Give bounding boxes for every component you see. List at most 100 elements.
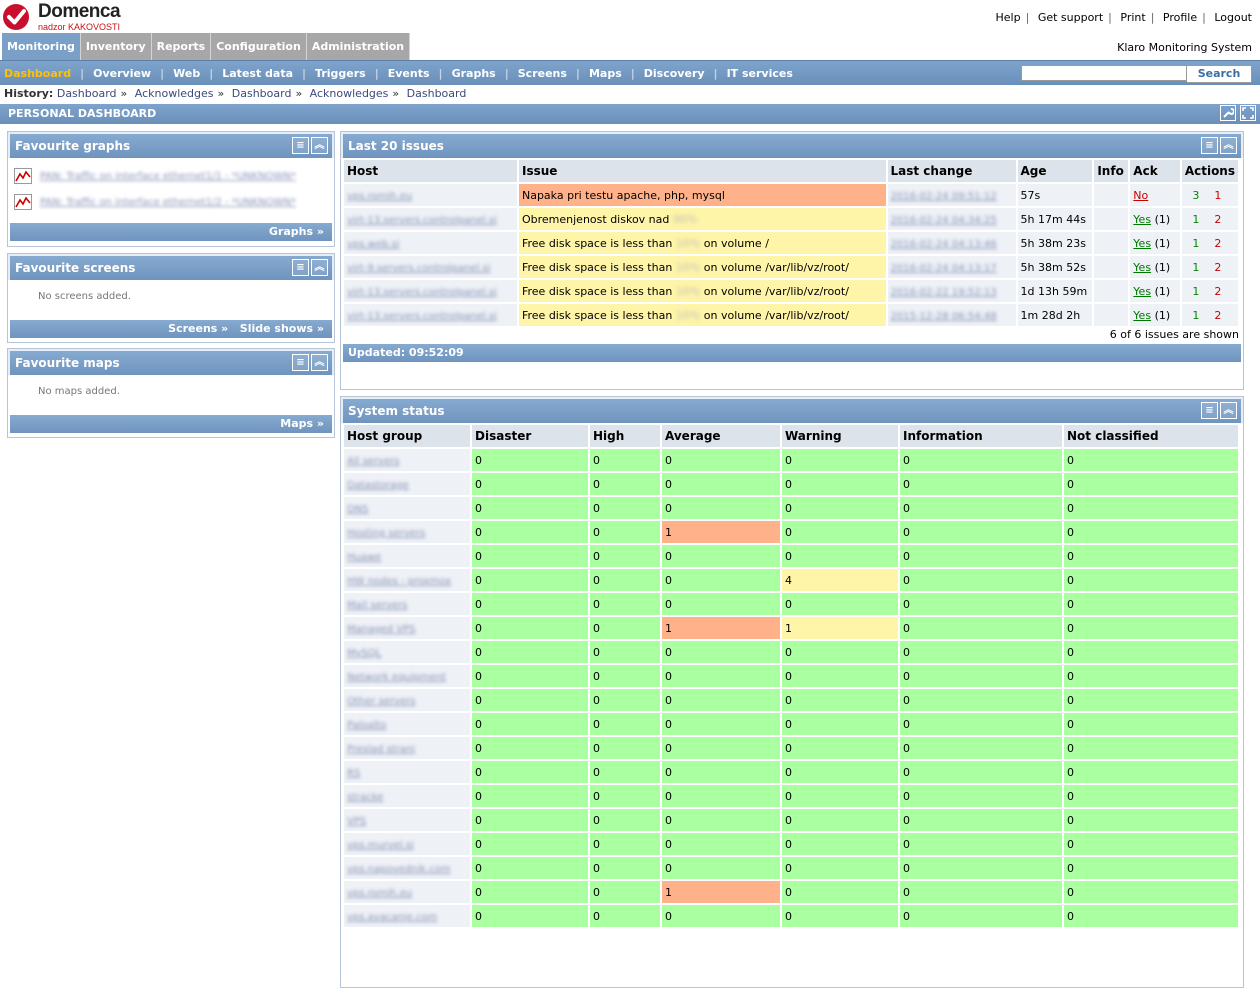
slide-shows-link[interactable]: Slide shows » bbox=[240, 322, 324, 335]
host-group-link[interactable]: Managed VPS bbox=[347, 624, 415, 635]
last-change-link[interactable]: 2016-02-24 04:34:25 bbox=[891, 215, 997, 226]
last-change-link[interactable]: 2016-02-24 09:51:12 bbox=[891, 191, 997, 202]
host-group-link[interactable]: Preslad strani bbox=[347, 744, 415, 755]
issue-last-change[interactable]: 2016-02-22 19:52:13 bbox=[887, 280, 1016, 302]
issue-host[interactable]: virt-13.servers.controlpanel.si bbox=[344, 304, 517, 326]
host-group-link[interactable]: All servers bbox=[347, 456, 399, 467]
ack-link[interactable]: Yes bbox=[1133, 261, 1151, 274]
issue-description[interactable]: Free disk space is less than 10% on volu… bbox=[518, 304, 886, 326]
host-group-link[interactable]: Huawe bbox=[347, 552, 381, 563]
col-ack[interactable]: Ack bbox=[1130, 160, 1180, 182]
maps-footer-link[interactable]: Maps » bbox=[10, 415, 332, 433]
host-group-link[interactable]: Paloalto bbox=[347, 720, 387, 731]
tab-administration[interactable]: Administration bbox=[306, 33, 410, 60]
menu-icon[interactable]: ≡ bbox=[292, 354, 309, 371]
submenu-it-services[interactable]: IT services bbox=[727, 67, 793, 80]
screens-link[interactable]: Screens » bbox=[168, 322, 228, 335]
host-group-link[interactable]: Network equipment bbox=[347, 672, 446, 683]
issue-host[interactable]: vps.web.si bbox=[344, 232, 517, 254]
host-group-link[interactable]: RS bbox=[347, 768, 360, 779]
ack-link[interactable]: Yes bbox=[1133, 213, 1151, 226]
issue-description[interactable]: Free disk space is less than 10% on volu… bbox=[518, 232, 886, 254]
issue-host[interactable]: virt-9.servers.controlpanel.si bbox=[344, 256, 517, 278]
issue-last-change[interactable]: 2016-02-24 04:13:46 bbox=[887, 232, 1016, 254]
host-group-cell[interactable]: Network equipment bbox=[344, 665, 470, 687]
host-group-cell[interactable]: vps.murvel.si bbox=[344, 833, 470, 855]
host-group-cell[interactable]: DNS bbox=[344, 497, 470, 519]
host-group-link[interactable]: VPS bbox=[347, 816, 366, 827]
submenu-events[interactable]: Events bbox=[388, 67, 430, 80]
host-group-link[interactable]: Mail servers bbox=[347, 600, 407, 611]
history-item[interactable]: Dashboard bbox=[407, 87, 467, 100]
collapse-icon[interactable]: ︽ bbox=[1220, 137, 1237, 154]
history-item[interactable]: Dashboard bbox=[232, 87, 292, 100]
host-group-cell[interactable]: MySQL bbox=[344, 641, 470, 663]
host-group-cell[interactable]: vps.romih.eu bbox=[344, 881, 470, 903]
last-change-link[interactable]: 2016-02-22 19:52:13 bbox=[891, 287, 997, 298]
host-group-link[interactable]: vps.murvel.si bbox=[347, 840, 414, 851]
host-group-cell[interactable]: HW nodes - proxmox bbox=[344, 569, 470, 591]
last-change-link[interactable]: 2015-12-28 06:54:48 bbox=[891, 311, 997, 322]
issue-actions[interactable]: 12 bbox=[1181, 208, 1238, 230]
host-group-link[interactable]: HW nodes - proxmox bbox=[347, 576, 451, 587]
host-group-cell[interactable]: vps.avacanje.com bbox=[344, 905, 470, 927]
issue-actions[interactable]: 12 bbox=[1181, 232, 1238, 254]
submenu-maps[interactable]: Maps bbox=[589, 67, 622, 80]
submenu-graphs[interactable]: Graphs bbox=[452, 67, 496, 80]
collapse-icon[interactable]: ︽ bbox=[311, 259, 328, 276]
issue-last-change[interactable]: 2016-02-24 04:34:25 bbox=[887, 208, 1016, 230]
tab-reports[interactable]: Reports bbox=[151, 33, 211, 60]
issue-last-change[interactable]: 2016-02-24 04:13:17 bbox=[887, 256, 1016, 278]
host-link[interactable]: vps.romih.eu bbox=[347, 191, 412, 202]
issue-last-change[interactable]: 2016-02-24 09:51:12 bbox=[887, 184, 1016, 206]
severity-count[interactable]: 1 bbox=[782, 617, 898, 639]
host-group-link[interactable]: stracke bbox=[347, 792, 383, 803]
help-link[interactable]: Help bbox=[996, 11, 1021, 24]
menu-icon[interactable]: ≡ bbox=[1201, 137, 1218, 154]
host-group-cell[interactable]: Preslad strani bbox=[344, 737, 470, 759]
host-link[interactable]: virt-13.servers.controlpanel.si bbox=[347, 287, 497, 298]
host-group-cell[interactable]: RS bbox=[344, 761, 470, 783]
issue-description[interactable]: Free disk space is less than 10% on volu… bbox=[518, 256, 886, 278]
collapse-icon[interactable]: ︽ bbox=[311, 137, 328, 154]
tab-inventory[interactable]: Inventory bbox=[80, 33, 151, 60]
host-group-cell[interactable]: Managed VPS bbox=[344, 617, 470, 639]
host-group-link[interactable]: Other servers bbox=[347, 696, 415, 707]
issue-actions[interactable]: 12 bbox=[1181, 280, 1238, 302]
submenu-latest-data[interactable]: Latest data bbox=[222, 67, 293, 80]
severity-count[interactable]: 1 bbox=[662, 617, 780, 639]
ack-link[interactable]: Yes bbox=[1133, 309, 1151, 322]
submenu-overview[interactable]: Overview bbox=[93, 67, 151, 80]
host-link[interactable]: vps.web.si bbox=[347, 239, 400, 250]
host-group-cell[interactable]: VPS bbox=[344, 809, 470, 831]
profile-link[interactable]: Profile bbox=[1163, 11, 1197, 24]
issue-description[interactable]: Obremenjenost diskov nad 90% bbox=[518, 208, 886, 230]
host-link[interactable]: virt-13.servers.controlpanel.si bbox=[347, 215, 497, 226]
last-change-link[interactable]: 2016-02-24 04:13:46 bbox=[891, 239, 997, 250]
submenu-dashboard[interactable]: Dashboard bbox=[4, 67, 71, 80]
host-group-cell[interactable]: Mail servers bbox=[344, 593, 470, 615]
submenu-discovery[interactable]: Discovery bbox=[644, 67, 705, 80]
get-support-link[interactable]: Get support bbox=[1038, 11, 1103, 24]
wrench-icon[interactable] bbox=[1220, 105, 1236, 121]
last-change-link[interactable]: 2016-02-24 04:13:17 bbox=[891, 263, 997, 274]
host-group-cell[interactable]: All servers bbox=[344, 449, 470, 471]
menu-icon[interactable]: ≡ bbox=[292, 137, 309, 154]
host-group-cell[interactable]: vps.napovednik.com bbox=[344, 857, 470, 879]
ack-link[interactable]: No bbox=[1133, 189, 1148, 202]
host-group-cell[interactable]: Huawe bbox=[344, 545, 470, 567]
host-group-cell[interactable]: Other servers bbox=[344, 689, 470, 711]
issue-actions[interactable]: 12 bbox=[1181, 304, 1238, 326]
host-group-cell[interactable]: Datastorage bbox=[344, 473, 470, 495]
host-group-link[interactable]: MySQL bbox=[347, 648, 381, 659]
issue-actions[interactable]: 31 bbox=[1181, 184, 1238, 206]
history-item[interactable]: Dashboard bbox=[57, 87, 117, 100]
issue-description[interactable]: Free disk space is less than 10% on volu… bbox=[518, 280, 886, 302]
host-group-link[interactable]: Datastorage bbox=[347, 480, 409, 491]
history-item[interactable]: Acknowledges bbox=[310, 87, 389, 100]
logo[interactable]: Domenca nadzor KAKOVOSTI bbox=[2, 1, 152, 32]
col-host[interactable]: Host bbox=[344, 160, 517, 182]
issue-host[interactable]: virt-13.servers.controlpanel.si bbox=[344, 208, 517, 230]
favourite-graph-link[interactable]: PAN: Traffic on interface ethernet1/2 - … bbox=[40, 197, 296, 208]
host-group-link[interactable]: vps.napovednik.com bbox=[347, 864, 450, 875]
